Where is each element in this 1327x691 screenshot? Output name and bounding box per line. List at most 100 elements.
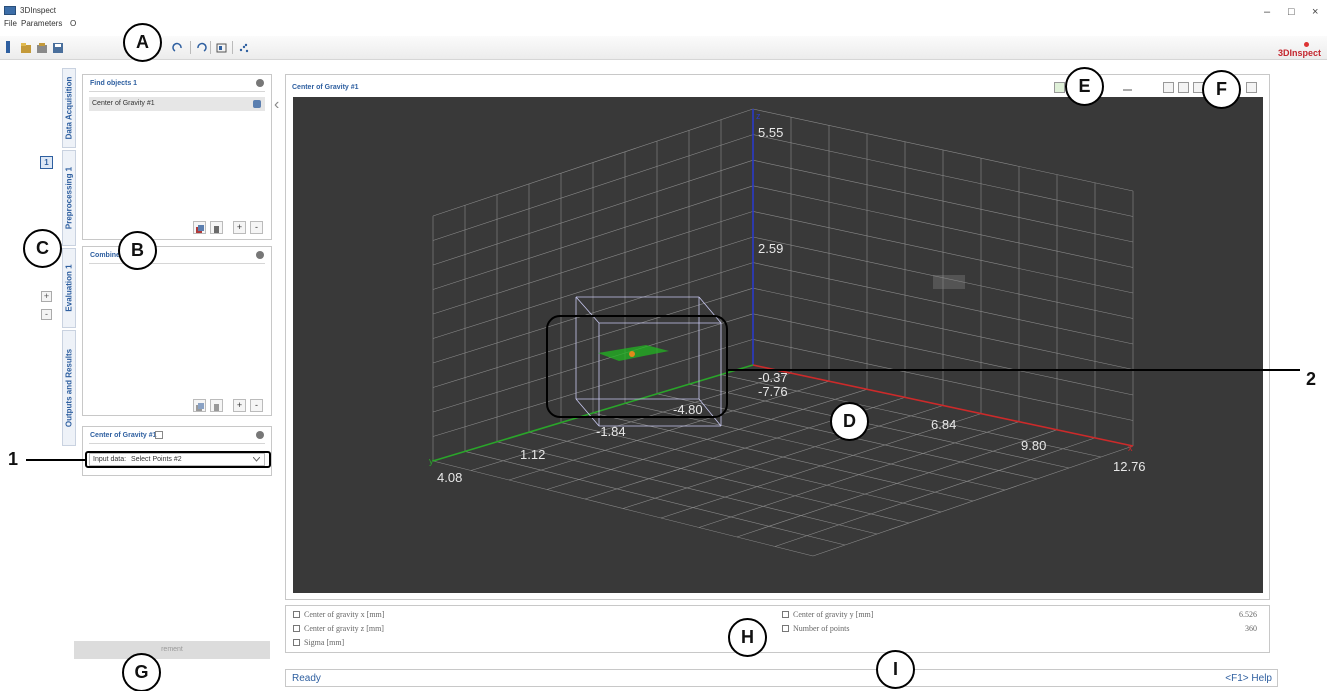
3d-view-panel: Center of Gravity #1 5.55 2.59 -0.37 -7.76 6… — [285, 74, 1270, 600]
new-file-icon[interactable] — [6, 41, 10, 53]
toolbar-separator — [190, 41, 191, 54]
result-sigma[interactable]: Sigma [mm] — [293, 638, 344, 647]
ruler-icon[interactable] — [1163, 82, 1174, 93]
brand-logo: 3DInspect — [1277, 48, 1321, 58]
y-tick-label: 4.08 — [437, 470, 462, 485]
status-text: Ready — [292, 673, 321, 684]
collapse-icon[interactable] — [256, 251, 264, 259]
panel-title: Find objects 1 — [90, 80, 138, 87]
y-tick-label: 1.12 — [520, 447, 545, 462]
divider — [89, 263, 265, 264]
fit-view-icon[interactable] — [1054, 82, 1065, 93]
tab-data-acquisition[interactable]: Data Acquisition — [62, 68, 76, 148]
add-object-button[interactable]: + — [233, 221, 246, 234]
combine-panel: Combine + - — [82, 246, 272, 416]
result-label: Center of gravity z [mm] — [304, 624, 384, 633]
maximize-view-icon[interactable] — [1246, 82, 1257, 93]
open-file-icon[interactable] — [20, 41, 32, 53]
result-label: Number of points — [793, 624, 850, 633]
pick-point-icon[interactable] — [1178, 82, 1189, 93]
tab-evaluation[interactable]: Evaluation 1 — [62, 248, 76, 328]
camera-settings-icon[interactable] — [216, 41, 228, 53]
open-project-icon[interactable] — [36, 41, 48, 53]
undo-icon[interactable] — [172, 41, 184, 53]
preprocessing-index-badge[interactable]: 1 — [40, 156, 53, 169]
results-panel: Center of gravity x [mm] Center of gravi… — [285, 605, 1270, 653]
tab-outputs-results[interactable]: Outputs and Results — [62, 330, 76, 446]
result-checkbox[interactable] — [293, 625, 300, 632]
delete-object-icon[interactable] — [210, 221, 223, 234]
add-combine-button[interactable]: + — [233, 399, 246, 412]
center-of-gravity-highlight — [546, 315, 728, 418]
save-icon[interactable] — [52, 41, 64, 53]
copy-combine-icon[interactable] — [193, 399, 206, 412]
toolbar: 3DInspect — [0, 36, 1327, 60]
z-tick-label: -0.37 — [758, 370, 788, 385]
collapse-panel-arrow-icon[interactable]: ‹ — [274, 96, 279, 114]
result-checkbox[interactable] — [293, 639, 300, 646]
tab-preprocessing[interactable]: Preprocessing 1 — [62, 150, 76, 246]
start-measurement-button[interactable]: rement — [74, 641, 270, 659]
callout-1-leader — [26, 459, 85, 461]
tab-label: Data Acquisition — [64, 76, 74, 140]
result-label: Sigma [mm] — [304, 638, 345, 647]
copy-object-icon[interactable] — [193, 221, 206, 234]
x-tick-label: 6.84 — [931, 417, 956, 432]
add-evaluation-button[interactable]: + — [41, 291, 52, 302]
list-item-label: Center of Gravity #1 — [92, 100, 155, 107]
x-axis-letter: x — [1128, 443, 1133, 453]
vertical-tab-strip: Data Acquisition Preprocessing 1 Evaluat… — [62, 68, 76, 446]
result-checkbox[interactable] — [782, 625, 789, 632]
y-axis-letter: y — [429, 456, 434, 466]
x-tick-label: 9.80 — [1021, 438, 1046, 453]
3d-scene[interactable]: 5.552.59-0.37-7.766.849.8012.76-4.80-1.8… — [293, 97, 1263, 593]
collapse-icon[interactable] — [256, 79, 264, 87]
minimize-button[interactable]: – — [1264, 6, 1270, 18]
result-number-of-points[interactable]: Number of points — [782, 624, 849, 633]
redo-icon[interactable] — [195, 41, 207, 53]
point-cloud-icon[interactable] — [238, 41, 250, 53]
callout-2: 2 — [1306, 369, 1317, 389]
callout-g: G — [122, 653, 161, 691]
menu-parameters[interactable]: Parameters — [21, 19, 62, 28]
result-value: 360 — [1245, 624, 1257, 633]
result-cog-z[interactable]: Center of gravity z [mm] — [293, 624, 384, 633]
callout-b: B — [118, 231, 157, 270]
result-label: Center of gravity x [mm] — [304, 610, 385, 619]
divider — [89, 91, 265, 92]
menu-file[interactable]: File — [4, 19, 17, 28]
3d-plot-area[interactable]: 5.55 2.59 -0.37 -7.76 6.84 9.80 12.76 -4.80 -1.8… — [293, 97, 1263, 593]
x-tick-label: 12.76 — [1113, 459, 1146, 474]
collapse-icon[interactable] — [256, 431, 264, 439]
remove-object-button[interactable]: - — [250, 221, 263, 234]
close-button[interactable]: × — [1312, 6, 1318, 18]
remove-evaluation-button[interactable]: - — [41, 309, 52, 320]
tab-label: Evaluation 1 — [64, 264, 74, 312]
result-cog-x[interactable]: Center of gravity x [mm] — [293, 610, 384, 619]
delete-combine-icon[interactable] — [210, 399, 223, 412]
list-item[interactable]: Center of Gravity #1 — [89, 97, 265, 111]
toolbar-separator — [210, 41, 211, 54]
app-window: 3DInspect – □ × File Parameters O 3DInsp… — [0, 0, 1327, 691]
brand-dot-icon — [1304, 42, 1309, 47]
panel-title: Center of Gravity #1 — [90, 432, 157, 439]
result-cog-y[interactable]: Center of gravity y [mm] — [782, 610, 873, 619]
edit-name-icon[interactable] — [155, 431, 163, 439]
view-title: Center of Gravity #1 — [292, 84, 359, 91]
result-checkbox[interactable] — [782, 611, 789, 618]
callout-i: I — [876, 650, 915, 689]
callout-h: H — [728, 618, 767, 657]
maximize-button[interactable]: □ — [1288, 6, 1295, 18]
result-checkbox[interactable] — [293, 611, 300, 618]
callout-1: 1 — [8, 449, 19, 469]
menu-other[interactable]: O — [70, 19, 76, 28]
remove-combine-button[interactable]: - — [250, 399, 263, 412]
panel-title: Combine — [90, 252, 120, 259]
line-tool-icon[interactable] — [1122, 82, 1133, 93]
help-hint[interactable]: <F1> Help — [1225, 673, 1272, 684]
z-tick-label: 5.55 — [758, 125, 783, 140]
callout-a: A — [123, 23, 162, 62]
callout-c: C — [23, 229, 62, 268]
object-type-icon — [253, 100, 261, 108]
divider — [89, 443, 265, 444]
